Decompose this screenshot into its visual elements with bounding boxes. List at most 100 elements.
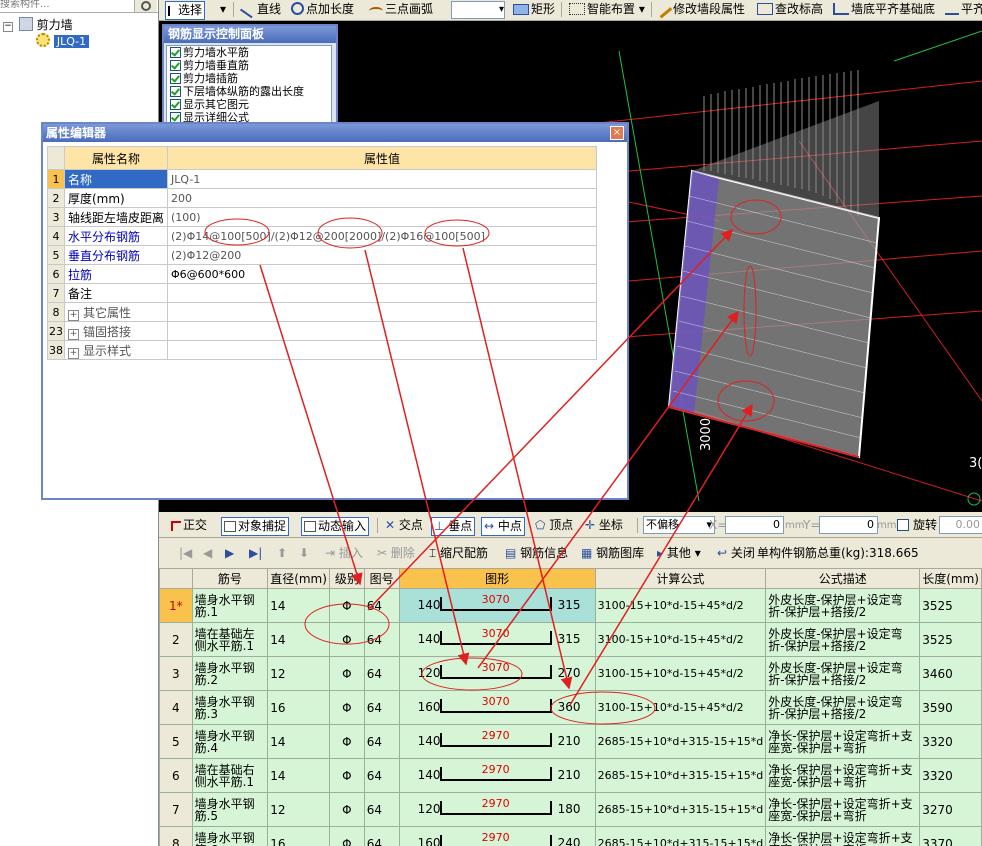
rebar-shape-cell[interactable]: 140 2970 210 — [398, 724, 596, 759]
scale-rebar-button[interactable]: ⌶ 缩尺配筋 — [427, 545, 490, 562]
property-row[interactable]: 4 水平分布钢筋 (2)Φ14@100[500]/(2)Φ12@200[2000… — [47, 226, 598, 246]
rebar-shape-cell[interactable]: 140 3070 315 — [398, 622, 596, 657]
rebar-name-cell[interactable]: 墙身水平钢筋.3 — [191, 690, 269, 725]
grade-cell[interactable]: Φ — [328, 758, 365, 793]
property-row[interactable]: 5 垂直分布钢筋 (2)Φ12@200 — [47, 245, 598, 265]
dynamic-input-button[interactable]: 动态输入 — [301, 517, 370, 536]
grade-cell[interactable]: Φ — [328, 690, 365, 725]
checkbox-lower-wall-exposed-length[interactable]: 下层墙体纵筋的露出长度 — [167, 85, 331, 98]
formula-description-cell[interactable]: 净长-保护层+设定弯折+支座宽-保护层+弯折 — [765, 724, 921, 759]
property-row[interactable]: 3 轴线距左墙皮距离 (100) — [47, 207, 598, 227]
formula-cell[interactable]: 3100-15+10*d-15+45*d/2 — [594, 656, 767, 691]
arc-mode-select[interactable]: ▾ — [451, 1, 505, 19]
grade-cell[interactable]: Φ — [328, 826, 365, 846]
rebar-name-cell[interactable]: 墙身水平钢筋.6 — [191, 826, 269, 846]
collapse-icon[interactable]: − — [3, 22, 13, 32]
expand-icon[interactable]: + — [68, 309, 79, 321]
formula-cell[interactable]: 3100-15+10*d-15+45*d/2 — [594, 622, 767, 657]
point-length-button[interactable]: 点加长度 — [289, 1, 356, 18]
object-snap-button[interactable]: 对象捕捉 — [221, 517, 290, 536]
row-number[interactable]: 3 — [159, 656, 193, 691]
property-value[interactable]: (2)Φ12@200 — [167, 245, 598, 265]
diameter-cell[interactable]: 14 — [267, 622, 330, 657]
close-icon[interactable]: × — [610, 126, 624, 140]
figure-no-cell[interactable]: 64 — [363, 656, 400, 691]
row-number[interactable]: 7 — [159, 792, 193, 827]
checkbox-horizontal-rebar[interactable]: 剪力墙水平筋 — [167, 46, 331, 59]
formula-cell[interactable]: 3100-15+10*d-15+45*d/2 — [594, 690, 767, 725]
check-elevation-button[interactable]: 查改标高 — [755, 1, 825, 18]
grade-cell[interactable]: Φ — [328, 622, 365, 657]
property-group-row[interactable]: 23 + 锚固搭接 — [47, 321, 598, 341]
x-offset-input[interactable]: 0 — [725, 516, 784, 534]
rect-button[interactable]: 矩形 — [511, 1, 557, 18]
table-row[interactable]: 2 墙在基础左侧水平筋.1 14 Φ 64 140 3070 315 3100-15+10*d-… — [159, 622, 982, 657]
property-row[interactable]: 1 名称 JLQ-1 — [47, 169, 598, 189]
three-point-arc-button[interactable]: 三点画弧 — [367, 1, 435, 18]
length-cell[interactable]: 3270 — [919, 792, 982, 827]
row-number[interactable]: 6 — [159, 758, 193, 793]
formula-description-cell[interactable]: 外皮长度-保护层+设定弯折-保护层+搭接/2 — [765, 656, 921, 691]
first-record-button[interactable]: |◀ — [177, 545, 194, 562]
select-dropdown[interactable]: ▾ — [218, 1, 228, 18]
rebar-name-cell[interactable]: 墙在基础右侧水平筋.1 — [191, 758, 269, 793]
rebar-name-cell[interactable]: 墙身水平钢筋.1 — [191, 588, 269, 623]
diameter-cell[interactable]: 16 — [267, 826, 330, 846]
move-down-button[interactable]: ⬇ — [297, 545, 311, 562]
other-menu-button[interactable]: ▸ 其他 ▾ — [655, 545, 703, 562]
figure-no-cell[interactable]: 64 — [363, 724, 400, 759]
length-cell[interactable]: 3525 — [919, 588, 982, 623]
rebar-name-cell[interactable]: 墙身水平钢筋.5 — [191, 792, 269, 827]
formula-cell[interactable]: 3100-15+10*d-15+45*d/2 — [594, 588, 767, 623]
search-button[interactable] — [134, 0, 157, 12]
figure-no-cell[interactable]: 64 — [363, 758, 400, 793]
figure-no-cell[interactable]: 64 — [363, 622, 400, 657]
property-value[interactable]: JLQ-1 — [167, 169, 598, 189]
table-row[interactable]: 5 墙身水平钢筋.4 14 Φ 64 140 2970 210 2685-15+10*d+315… — [159, 724, 982, 759]
rebar-name-cell[interactable]: 墙身水平钢筋.4 — [191, 724, 269, 759]
figure-no-cell[interactable]: 64 — [363, 826, 400, 846]
property-value[interactable]: (2)Φ14@100[500]/(2)Φ12@200[2000]/(2)Φ16@… — [167, 226, 598, 246]
formula-cell[interactable]: 2685-15+10*d+315-15+15*d — [594, 758, 767, 793]
formula-description-cell[interactable]: 外皮长度-保护层+设定弯折-保护层+搭接/2 — [765, 588, 921, 623]
rebar-library-button[interactable]: ▦ 钢筋图库 — [579, 545, 646, 562]
formula-description-cell[interactable]: 净长-保护层+设定弯折+支座宽-保护层+弯折 — [765, 792, 921, 827]
grade-cell[interactable]: Φ — [328, 588, 365, 623]
property-value[interactable]: Φ6@600*600 — [167, 264, 598, 284]
checkbox-show-other-elements[interactable]: 显示其它图元 — [167, 98, 331, 111]
row-number[interactable]: 1* — [159, 588, 193, 623]
property-row[interactable]: 2 厚度(mm) 200 — [47, 188, 598, 208]
vertex-snap[interactable]: ⬠ 顶点 — [533, 517, 575, 534]
table-row[interactable]: 3 墙身水平钢筋.2 12 Φ 64 120 3070 270 3100-15+10*d-15+… — [159, 656, 982, 691]
table-row[interactable]: 7 墙身水平钢筋.5 12 Φ 64 120 2970 180 2685-15+10*d+315… — [159, 792, 982, 827]
table-row[interactable]: 8墙身水平钢筋.616Φ64 160 2970 240 2685-15+10*d+315… — [159, 826, 982, 846]
length-cell[interactable]: 3320 — [919, 758, 982, 793]
row-number[interactable]: 8 — [159, 826, 193, 846]
ortho-button[interactable]: 正交 — [169, 517, 209, 534]
formula-description-cell[interactable]: 外皮长度-保护层+设定弯折-保护层+搭接/2 — [765, 622, 921, 657]
property-group-row[interactable]: 38 + 显示样式 — [47, 340, 598, 360]
length-cell[interactable]: 3525 — [919, 622, 982, 657]
align-button[interactable]: 平齐 — [943, 1, 982, 18]
property-group-row[interactable]: 8 + 其它属性 — [47, 302, 598, 322]
length-cell[interactable]: 3370 — [919, 826, 982, 846]
row-number[interactable]: 2 — [159, 622, 193, 657]
next-record-button[interactable]: ▶ — [223, 545, 236, 562]
grade-cell[interactable]: Φ — [328, 656, 365, 691]
tree-node-jlq1[interactable]: JLQ-1 — [36, 33, 90, 48]
checkbox-vertical-rebar[interactable]: 剪力墙垂直筋 — [167, 59, 331, 72]
modify-wall-segment-button[interactable]: 修改墙段属性 — [655, 1, 747, 19]
diameter-cell[interactable]: 14 — [267, 758, 330, 793]
property-value[interactable] — [167, 283, 598, 303]
last-record-button[interactable]: ▶| — [247, 545, 264, 562]
row-number[interactable]: 4 — [159, 690, 193, 725]
diameter-cell[interactable]: 14 — [267, 724, 330, 759]
table-row[interactable]: 1* 墙身水平钢筋.1 14 Φ 64 140 3070 315 3100-15+10*d-15… — [159, 588, 982, 623]
expand-icon[interactable]: + — [68, 347, 79, 359]
row-number[interactable]: 5 — [159, 724, 193, 759]
rebar-shape-cell[interactable]: 140 3070 315 — [398, 588, 596, 623]
formula-description-cell[interactable]: 外皮长度-保护层+设定弯折-保护层+搭接/2 — [765, 690, 921, 725]
formula-cell[interactable]: 2685-15+10*d+315-15+15*d — [594, 826, 767, 846]
prev-record-button[interactable]: ◀ — [201, 545, 214, 562]
rebar-info-button[interactable]: ▤ 钢筋信息 — [503, 545, 570, 562]
